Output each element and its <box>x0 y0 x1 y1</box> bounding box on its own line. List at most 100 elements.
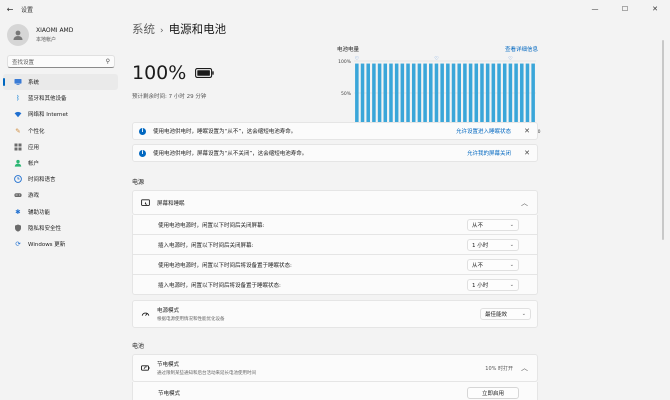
sidebar-item-personalization[interactable]: ✎ 个性化 <box>3 123 118 139</box>
profile-account-type: 本地帐户 <box>36 37 57 43</box>
chart-bar <box>360 63 365 125</box>
sidebar-item-label: 帐户 <box>28 161 40 168</box>
brush-icon: ✎ <box>15 126 21 135</box>
chart-bar <box>377 63 382 125</box>
chart-title: 电池电量 <box>337 47 360 53</box>
sidebar-item-accessibility[interactable]: ✱ 辅助功能 <box>3 204 118 220</box>
select-value: 从不 <box>472 262 484 269</box>
chart-bar <box>383 63 388 125</box>
plugged-sleep-select[interactable]: 1 小时 ⌄ <box>467 278 519 291</box>
charging-marker-icon: ♡ <box>508 56 512 62</box>
chart-bar <box>525 63 530 125</box>
sidebar-item-label: Windows 更新 <box>28 241 66 248</box>
power-mode-select[interactable]: 最佳能效 ⌄ <box>480 308 531 320</box>
chart-bar <box>468 63 473 125</box>
sidebar-item-apps[interactable]: 应用 <box>3 139 118 155</box>
monitor-icon <box>14 78 22 86</box>
section-label-power: 电源 <box>132 179 145 186</box>
chart-bar <box>508 63 513 125</box>
scrollbar[interactable] <box>662 40 664 240</box>
section-label-battery: 电池 <box>132 343 145 350</box>
update-icon: ⟳ <box>15 239 21 248</box>
chevron-down-icon: ⌄ <box>521 311 526 317</box>
minimize-button[interactable]: — <box>580 0 610 18</box>
chart-bar <box>400 63 405 125</box>
battery-saver-title: 节电模式 <box>157 362 180 368</box>
power-mode-subtitle: 根据电源使用情况和性能优化设备 <box>157 317 225 322</box>
chart-bar <box>423 63 427 125</box>
chart-bar <box>480 63 484 125</box>
gamepad-icon <box>14 191 22 199</box>
maximize-button[interactable]: ☐ <box>610 0 640 18</box>
sidebar-item-bluetooth[interactable]: ᛒ 蓝牙和其他设备 <box>3 90 118 106</box>
close-button[interactable]: ✕ <box>640 0 670 18</box>
avatar <box>7 24 29 46</box>
chart-bar <box>520 63 524 125</box>
screen-sleep-title: 屏幕和睡眠 <box>157 200 185 207</box>
power-mode-icon <box>141 310 150 319</box>
chart-bar <box>514 63 518 125</box>
sidebar-item-label: 辅助功能 <box>28 209 51 216</box>
chevron-down-icon: ⌄ <box>509 241 514 248</box>
window-controls: — ☐ ✕ <box>580 0 670 18</box>
sidebar-item-label: 时间和语言 <box>28 177 56 184</box>
chart-bar <box>372 63 376 125</box>
select-value: 1 小时 <box>472 242 489 249</box>
chart-bar <box>429 63 433 125</box>
chevron-up-icon[interactable]: ︿ <box>521 363 528 373</box>
setting-row: 使用电池电源时，闲置以下时间后将设备置于睡眠状态: 从不 ⌄ <box>132 255 538 275</box>
plugged-screen-off-select[interactable]: 1 小时 ⌄ <box>467 238 519 251</box>
battery-remaining-time: 预计剩余时间: 7 小时 29 分钟 <box>132 94 207 100</box>
sidebar-nav: 系统 ᛒ 蓝牙和其他设备 网络和 Internet ✎ 个性化 应用 帐户 时间… <box>0 74 123 252</box>
notification-text: 使用电池供电时，屏幕设置为“从不关闭”，这会缩短电池寿命。 <box>153 151 308 157</box>
bluetooth-icon: ᛒ <box>16 94 20 103</box>
chart-bar <box>531 63 535 125</box>
sidebar-item-accounts[interactable]: 帐户 <box>3 155 118 171</box>
shield-icon <box>14 224 22 232</box>
charging-marker-icon: ♡ <box>355 56 359 62</box>
setting-label: 插入电源时，闲置以下时间后关闭屏幕: <box>158 242 254 249</box>
sidebar-item-label: 游戏 <box>28 193 40 200</box>
sidebar-item-time-language[interactable]: 时间和语言 <box>3 171 118 187</box>
screen-sleep-icon <box>141 198 150 207</box>
apps-icon <box>14 143 22 151</box>
sidebar-item-network[interactable]: 网络和 Internet <box>3 106 118 122</box>
allow-sleep-link[interactable]: 允许设置进入睡眠状态 <box>456 127 511 135</box>
battery-saver-subtitle: 通过限制某些通知和后台活动来延长电池使用时间 <box>157 371 256 376</box>
sidebar-item-system[interactable]: 系统 <box>3 74 118 91</box>
allow-screen-off-link[interactable]: 允许我的屏幕关闭 <box>467 149 511 157</box>
breadcrumb-separator: › <box>160 26 164 36</box>
screen-sleep-card[interactable]: 屏幕和睡眠 ︿ <box>132 190 538 215</box>
title-bar: ← 设置 — ☐ ✕ <box>0 0 670 18</box>
sidebar-item-privacy[interactable]: 隐私和安全性 <box>3 220 118 236</box>
back-arrow-icon[interactable]: ← <box>3 5 17 14</box>
app-title: 设置 <box>21 6 34 14</box>
chart-bar <box>366 63 370 125</box>
sidebar-item-gaming[interactable]: 游戏 <box>3 187 118 203</box>
select-value: 最佳能效 <box>485 312 508 318</box>
enable-battery-saver-button[interactable]: 立即启用 <box>467 386 519 399</box>
battery-icon <box>195 68 214 78</box>
chart-bar <box>389 63 393 125</box>
battery-screen-off-select[interactable]: 从不 ⌄ <box>467 218 519 231</box>
notification-sleep: i 使用电池供电时，睡眠设置为“从不”，这会缩短电池寿命。 允许设置进入睡眠状态… <box>132 122 538 140</box>
battery-saver-card[interactable]: 节电模式 通过限制某些通知和后台活动来延长电池使用时间 10% 时打开 ︿ <box>132 354 538 382</box>
close-icon[interactable]: ✕ <box>523 149 531 157</box>
chevron-down-icon: ⌄ <box>509 221 514 228</box>
sidebar-item-label: 蓝牙和其他设备 <box>28 96 67 103</box>
globe-clock-icon <box>14 175 22 184</box>
breadcrumb-parent[interactable]: 系统 <box>132 22 155 36</box>
battery-details-link[interactable]: 查看详细信息 <box>505 45 538 53</box>
user-profile[interactable]: XIAOMI AMD 本地帐户 <box>0 18 123 52</box>
chart-y-tick-label: 100% <box>338 59 352 65</box>
chart-bar <box>491 63 496 125</box>
battery-sleep-select[interactable]: 从不 ⌄ <box>467 258 519 271</box>
sidebar-item-windows-update[interactable]: ⟳ Windows 更新 <box>3 236 118 252</box>
info-icon: i <box>139 127 146 135</box>
chart-bar <box>355 63 359 125</box>
chart-bar <box>463 63 467 125</box>
sidebar-item-label: 个性化 <box>28 128 45 135</box>
chevron-up-icon[interactable]: ︿ <box>521 198 528 208</box>
close-icon[interactable]: ✕ <box>523 127 531 135</box>
search-input[interactable]: 查找设置 ⚲ <box>7 55 115 68</box>
